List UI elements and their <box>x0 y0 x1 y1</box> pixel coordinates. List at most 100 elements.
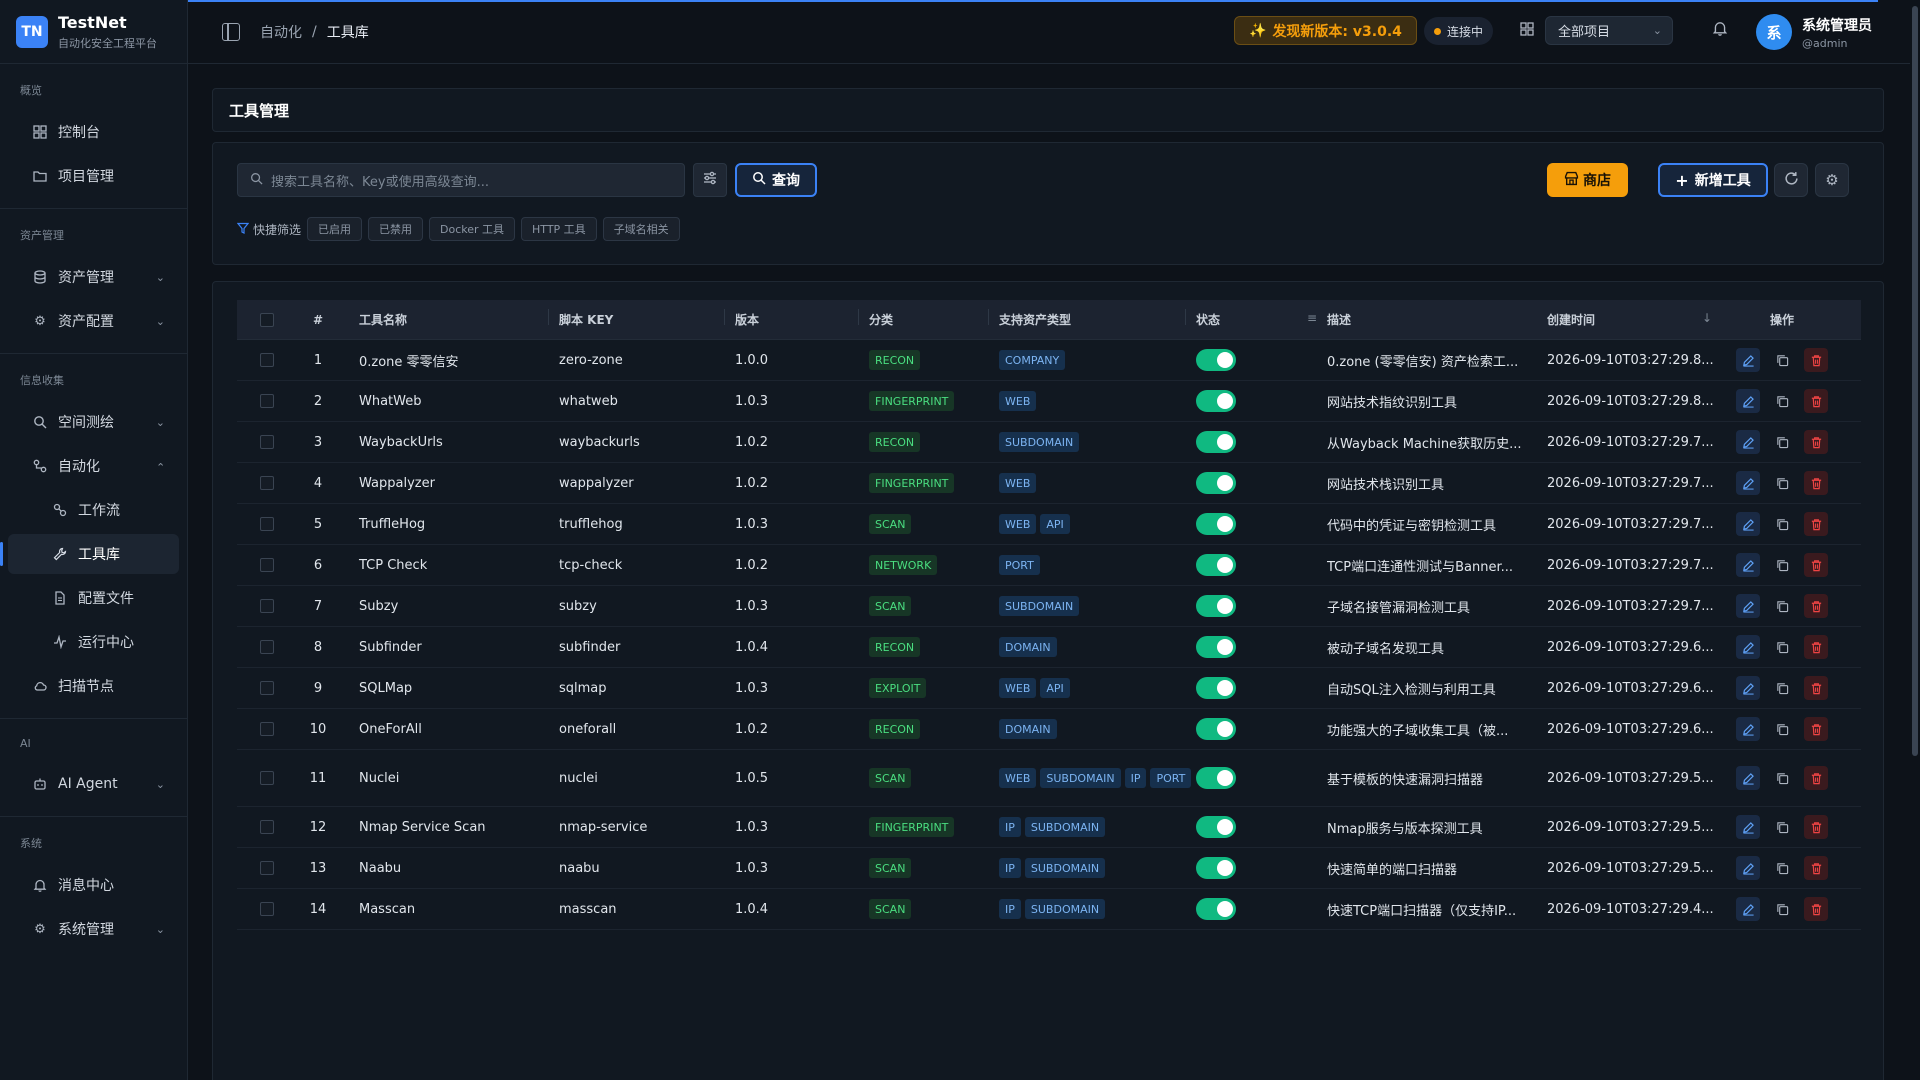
breadcrumb-item[interactable]: 自动化 <box>260 22 302 42</box>
edit-icon[interactable] <box>1736 348 1760 372</box>
copy-icon[interactable] <box>1770 897 1794 921</box>
edit-icon[interactable] <box>1736 766 1760 790</box>
sidebar-item-ai-agent[interactable]: AI Agent ⌄ <box>8 764 179 804</box>
copy-icon[interactable] <box>1770 856 1794 880</box>
delete-icon[interactable] <box>1804 512 1828 536</box>
status-toggle[interactable] <box>1196 816 1236 838</box>
row-checkbox[interactable] <box>237 820 297 834</box>
refresh-button[interactable] <box>1774 163 1808 197</box>
status-toggle[interactable] <box>1196 431 1236 453</box>
delete-icon[interactable] <box>1804 471 1828 495</box>
select-all-checkbox[interactable] <box>237 312 297 327</box>
quick-filter-disabled[interactable]: 已禁用 <box>368 217 424 241</box>
quick-filter-http[interactable]: HTTP 工具 <box>521 217 597 241</box>
edit-icon[interactable] <box>1736 856 1760 880</box>
sidebar-item-mapping[interactable]: 空间测绘 ⌄ <box>8 402 179 442</box>
status-toggle[interactable] <box>1196 857 1236 879</box>
copy-icon[interactable] <box>1770 676 1794 700</box>
row-checkbox[interactable] <box>237 771 297 785</box>
sidebar-item-toolbox[interactable]: 工具库 <box>0 534 179 574</box>
status-toggle[interactable] <box>1196 767 1236 789</box>
sidebar-toggle-icon[interactable] <box>222 22 240 41</box>
status-toggle[interactable] <box>1196 349 1236 371</box>
row-checkbox[interactable] <box>237 599 297 613</box>
edit-icon[interactable] <box>1736 594 1760 618</box>
delete-icon[interactable] <box>1804 856 1828 880</box>
quick-filter-docker[interactable]: Docker 工具 <box>429 217 516 241</box>
delete-icon[interactable] <box>1804 635 1828 659</box>
sidebar-item-asset-config[interactable]: ⚙ 资产配置 ⌄ <box>8 301 179 341</box>
shop-button[interactable]: 商店 <box>1547 163 1628 197</box>
add-tool-button[interactable]: + 新增工具 <box>1658 163 1768 197</box>
delete-icon[interactable] <box>1804 348 1828 372</box>
delete-icon[interactable] <box>1804 717 1828 741</box>
page-scrollbar[interactable] <box>1910 0 1920 1080</box>
edit-icon[interactable] <box>1736 430 1760 454</box>
advanced-filter-button[interactable] <box>693 163 727 197</box>
status-toggle[interactable] <box>1196 636 1236 658</box>
row-checkbox[interactable] <box>237 861 297 875</box>
delete-icon[interactable] <box>1804 676 1828 700</box>
sidebar-item-messages[interactable]: 消息中心 <box>8 865 179 905</box>
delete-icon[interactable] <box>1804 594 1828 618</box>
user-info[interactable]: 系统管理员 @admin <box>1802 15 1872 50</box>
delete-icon[interactable] <box>1804 389 1828 413</box>
search-input[interactable]: 搜索工具名称、Key或使用高级查询... <box>237 163 685 197</box>
sidebar-item-automation[interactable]: 自动化 ⌄ <box>8 446 179 486</box>
row-checkbox[interactable] <box>237 353 297 367</box>
edit-icon[interactable] <box>1736 389 1760 413</box>
copy-icon[interactable] <box>1770 512 1794 536</box>
status-toggle[interactable] <box>1196 513 1236 535</box>
row-checkbox[interactable] <box>237 394 297 408</box>
edit-icon[interactable] <box>1736 897 1760 921</box>
sidebar-item-scan-nodes[interactable]: 扫描节点 <box>8 666 179 706</box>
copy-icon[interactable] <box>1770 430 1794 454</box>
project-select[interactable]: 全部项目 ⌄ <box>1545 16 1673 45</box>
status-toggle[interactable] <box>1196 554 1236 576</box>
copy-icon[interactable] <box>1770 717 1794 741</box>
row-checkbox[interactable] <box>237 435 297 449</box>
sidebar-item-run-center[interactable]: 运行中心 <box>8 622 179 662</box>
quick-filter-subdomain[interactable]: 子域名相关 <box>602 217 680 241</box>
column-filter-icon[interactable]: ≡ <box>1307 311 1317 325</box>
copy-icon[interactable] <box>1770 766 1794 790</box>
sidebar-item-dashboard[interactable]: 控制台 <box>8 112 179 152</box>
status-toggle[interactable] <box>1196 898 1236 920</box>
query-button[interactable]: 查询 <box>735 163 817 197</box>
row-checkbox[interactable] <box>237 681 297 695</box>
copy-icon[interactable] <box>1770 471 1794 495</box>
status-toggle[interactable] <box>1196 718 1236 740</box>
row-checkbox[interactable] <box>237 558 297 572</box>
copy-icon[interactable] <box>1770 815 1794 839</box>
sidebar-item-system-admin[interactable]: ⚙ 系统管理 ⌄ <box>8 909 179 949</box>
notification-bell-icon[interactable] <box>1712 20 1728 40</box>
copy-icon[interactable] <box>1770 553 1794 577</box>
status-toggle[interactable] <box>1196 677 1236 699</box>
edit-icon[interactable] <box>1736 512 1760 536</box>
row-checkbox[interactable] <box>237 640 297 654</box>
edit-icon[interactable] <box>1736 717 1760 741</box>
sidebar-item-asset-management[interactable]: 资产管理 ⌄ <box>8 257 179 297</box>
delete-icon[interactable] <box>1804 897 1828 921</box>
copy-icon[interactable] <box>1770 635 1794 659</box>
scrollbar-thumb[interactable] <box>1912 6 1918 756</box>
sidebar-item-projects[interactable]: 项目管理 <box>8 156 179 196</box>
delete-icon[interactable] <box>1804 815 1828 839</box>
edit-icon[interactable] <box>1736 635 1760 659</box>
row-checkbox[interactable] <box>237 517 297 531</box>
copy-icon[interactable] <box>1770 348 1794 372</box>
delete-icon[interactable] <box>1804 553 1828 577</box>
copy-icon[interactable] <box>1770 389 1794 413</box>
edit-icon[interactable] <box>1736 815 1760 839</box>
sidebar-item-workflow[interactable]: 工作流 <box>8 490 179 530</box>
edit-icon[interactable] <box>1736 471 1760 495</box>
status-toggle[interactable] <box>1196 472 1236 494</box>
row-checkbox[interactable] <box>237 722 297 736</box>
sidebar-item-config-files[interactable]: 配置文件 <box>8 578 179 618</box>
edit-icon[interactable] <box>1736 676 1760 700</box>
status-toggle[interactable] <box>1196 390 1236 412</box>
delete-icon[interactable] <box>1804 430 1828 454</box>
sort-icon[interactable]: ↓ <box>1702 311 1712 325</box>
status-toggle[interactable] <box>1196 595 1236 617</box>
update-badge[interactable]: ✨ 发现新版本: v3.0.4 <box>1234 16 1417 45</box>
